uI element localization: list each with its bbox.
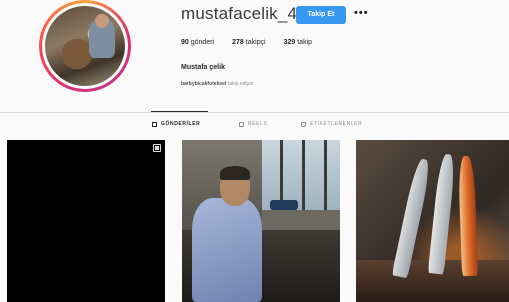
post-thumbnail[interactable] xyxy=(356,140,509,302)
following-stat[interactable]: 329 takip xyxy=(284,39,312,46)
full-name: Mustafa çelik xyxy=(181,64,225,71)
reels-icon xyxy=(239,121,244,127)
profile-header: mustafacelik_42 Takip Et ••• 90 gönderi … xyxy=(0,0,509,112)
followers-stat[interactable]: 278 takipçi xyxy=(232,39,265,46)
story-ring[interactable] xyxy=(39,0,131,92)
ellipsis-icon[interactable]: ••• xyxy=(354,7,369,19)
post-thumbnail[interactable] xyxy=(182,140,340,302)
username: mustafacelik_42 xyxy=(181,4,307,23)
tab-tagged[interactable]: ETİKETLENENLER xyxy=(301,121,362,127)
tag-icon xyxy=(301,121,306,127)
tab-reels[interactable]: REELS xyxy=(239,121,267,127)
active-tab-indicator xyxy=(151,111,208,112)
followed-by-line: barbybicakfotekset takip ediyor xyxy=(181,81,254,87)
post-thumbnail[interactable] xyxy=(7,140,165,302)
profile-stats: 90 gönderi 278 takipçi 329 takip xyxy=(181,39,312,46)
multiple-posts-icon xyxy=(153,144,161,152)
follow-button[interactable]: Takip Et xyxy=(296,6,346,24)
posts-stat[interactable]: 90 gönderi xyxy=(181,39,214,46)
profile-page: mustafacelik_42 Takip Et ••• 90 gönderi … xyxy=(0,0,509,302)
avatar[interactable] xyxy=(45,6,125,86)
grid-icon xyxy=(152,121,157,127)
profile-tabs: GÖNDERİLER REELS ETİKETLENENLER xyxy=(0,121,509,133)
tabs-divider xyxy=(0,112,509,113)
followed-by-account[interactable]: barbybicakfotekset xyxy=(181,81,227,87)
tab-posts[interactable]: GÖNDERİLER xyxy=(152,121,200,127)
